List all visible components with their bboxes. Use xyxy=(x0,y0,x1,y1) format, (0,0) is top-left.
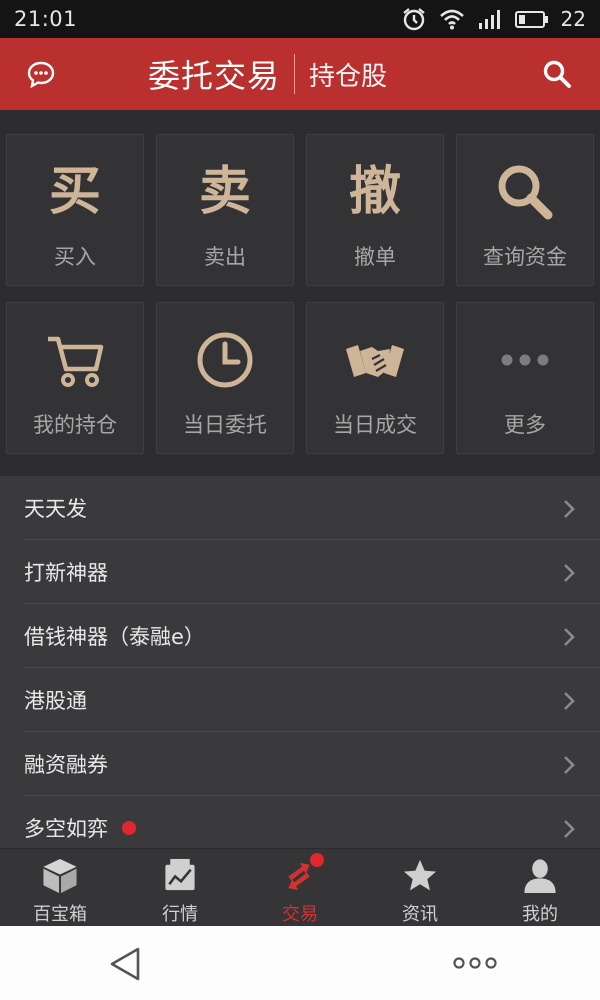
chat-icon[interactable] xyxy=(26,60,56,90)
cart-icon xyxy=(48,336,104,387)
title-divider xyxy=(294,54,296,94)
list-item-label: 打新神器 xyxy=(24,560,108,585)
person-icon xyxy=(524,859,556,894)
today-trades-label: 当日成交 xyxy=(333,413,417,437)
cancel-glyph: 撤 xyxy=(348,161,401,222)
wifi-icon xyxy=(439,9,464,30)
signal-4g-icon xyxy=(478,10,500,29)
tab-label: 我的 xyxy=(522,904,558,925)
tab-toolbox[interactable]: 百宝箱 xyxy=(0,849,120,926)
buy-button[interactable]: 买 买入 xyxy=(6,134,144,286)
status-icons: 22 xyxy=(401,7,586,31)
header-title-group: 委托交易 持仓股 xyxy=(148,38,387,110)
tab-news[interactable]: 资讯 xyxy=(360,849,480,926)
list-item-label: 多空如弈 xyxy=(24,816,108,841)
tab-trade[interactable]: 交易 xyxy=(240,849,360,926)
buy-label: 买入 xyxy=(54,245,96,269)
chevron-right-icon xyxy=(564,756,575,774)
tab-label: 资讯 xyxy=(402,904,438,925)
my-holdings-button[interactable]: 我的持仓 xyxy=(6,302,144,454)
more-dots-icon xyxy=(501,354,549,366)
today-orders-label: 当日委托 xyxy=(183,413,267,437)
battery-level: 22 xyxy=(560,7,586,31)
tab-market[interactable]: 行情 xyxy=(120,849,240,926)
cancel-order-button[interactable]: 撤 撤单 xyxy=(306,134,444,286)
magnifier-icon xyxy=(498,165,553,220)
chevron-right-icon xyxy=(564,564,575,582)
app-root: 21:01 22 委托交易 持仓股 买 买入 卖 卖出 撤 撤单 查询资金 我的… xyxy=(0,0,600,1000)
chevron-right-icon xyxy=(564,692,575,710)
alarm-icon xyxy=(402,8,425,31)
list-item-hk-connect[interactable]: 港股通 xyxy=(24,668,600,732)
notification-dot xyxy=(122,820,136,835)
chevron-right-icon xyxy=(564,500,575,518)
status-bar: 21:01 22 xyxy=(0,0,600,38)
chevron-right-icon xyxy=(564,820,575,838)
cancel-order-label: 撤单 xyxy=(354,245,396,269)
bottom-tab-bar: 百宝箱 行情 交易 资讯 我的 xyxy=(0,848,600,926)
more-button[interactable]: 更多 xyxy=(456,302,594,454)
back-icon[interactable] xyxy=(108,946,142,982)
star-icon xyxy=(403,859,437,891)
list-item-label: 借钱神器（泰融e） xyxy=(24,624,205,649)
sell-glyph: 卖 xyxy=(198,161,251,222)
more-label: 更多 xyxy=(504,413,546,437)
query-funds-button[interactable]: 查询资金 xyxy=(456,134,594,286)
battery-icon xyxy=(514,11,548,28)
function-grid: 买 买入 卖 卖出 撤 撤单 查询资金 我的持仓 当日委托 当日成交 更多 xyxy=(0,110,600,476)
status-time: 21:01 xyxy=(14,7,78,31)
list-item-label: 港股通 xyxy=(24,688,87,713)
list-item-label: 融资融券 xyxy=(24,752,108,777)
system-nav-bar xyxy=(0,926,600,1000)
handshake-icon xyxy=(346,345,404,377)
list-item-tiantianfa[interactable]: 天天发 xyxy=(24,476,600,540)
sell-button[interactable]: 卖 卖出 xyxy=(156,134,294,286)
tab-holdings[interactable]: 持仓股 xyxy=(309,56,387,93)
clock-icon xyxy=(197,332,253,388)
overflow-menu-icon[interactable] xyxy=(452,956,498,970)
list-item-loan-tool[interactable]: 借钱神器（泰融e） xyxy=(24,604,600,668)
search-icon[interactable] xyxy=(542,59,572,89)
sell-label: 卖出 xyxy=(204,245,246,269)
app-header: 委托交易 持仓股 xyxy=(0,38,600,110)
buy-glyph: 买 xyxy=(48,161,101,222)
tab-label: 交易 xyxy=(282,904,318,925)
tab-label: 行情 xyxy=(162,904,198,925)
my-holdings-label: 我的持仓 xyxy=(33,413,117,437)
today-orders-button[interactable]: 当日委托 xyxy=(156,302,294,454)
feature-list: 天天发 打新神器 借钱神器（泰融e） 港股通 融资融券 多空如弈 xyxy=(0,476,600,860)
page-title: 委托交易 xyxy=(148,57,281,95)
chevron-right-icon xyxy=(564,628,575,646)
tab-badge-dot xyxy=(310,853,324,867)
list-item-label: 天天发 xyxy=(24,496,87,521)
today-trades-button[interactable]: 当日成交 xyxy=(306,302,444,454)
list-item-margin-trading[interactable]: 融资融券 xyxy=(24,732,600,796)
market-chart-icon xyxy=(165,858,195,891)
query-funds-label: 查询资金 xyxy=(483,245,567,269)
tab-mine[interactable]: 我的 xyxy=(480,849,600,926)
cube-icon xyxy=(43,858,77,894)
list-item-ipo-tool[interactable]: 打新神器 xyxy=(24,540,600,604)
tab-label: 百宝箱 xyxy=(33,904,87,925)
